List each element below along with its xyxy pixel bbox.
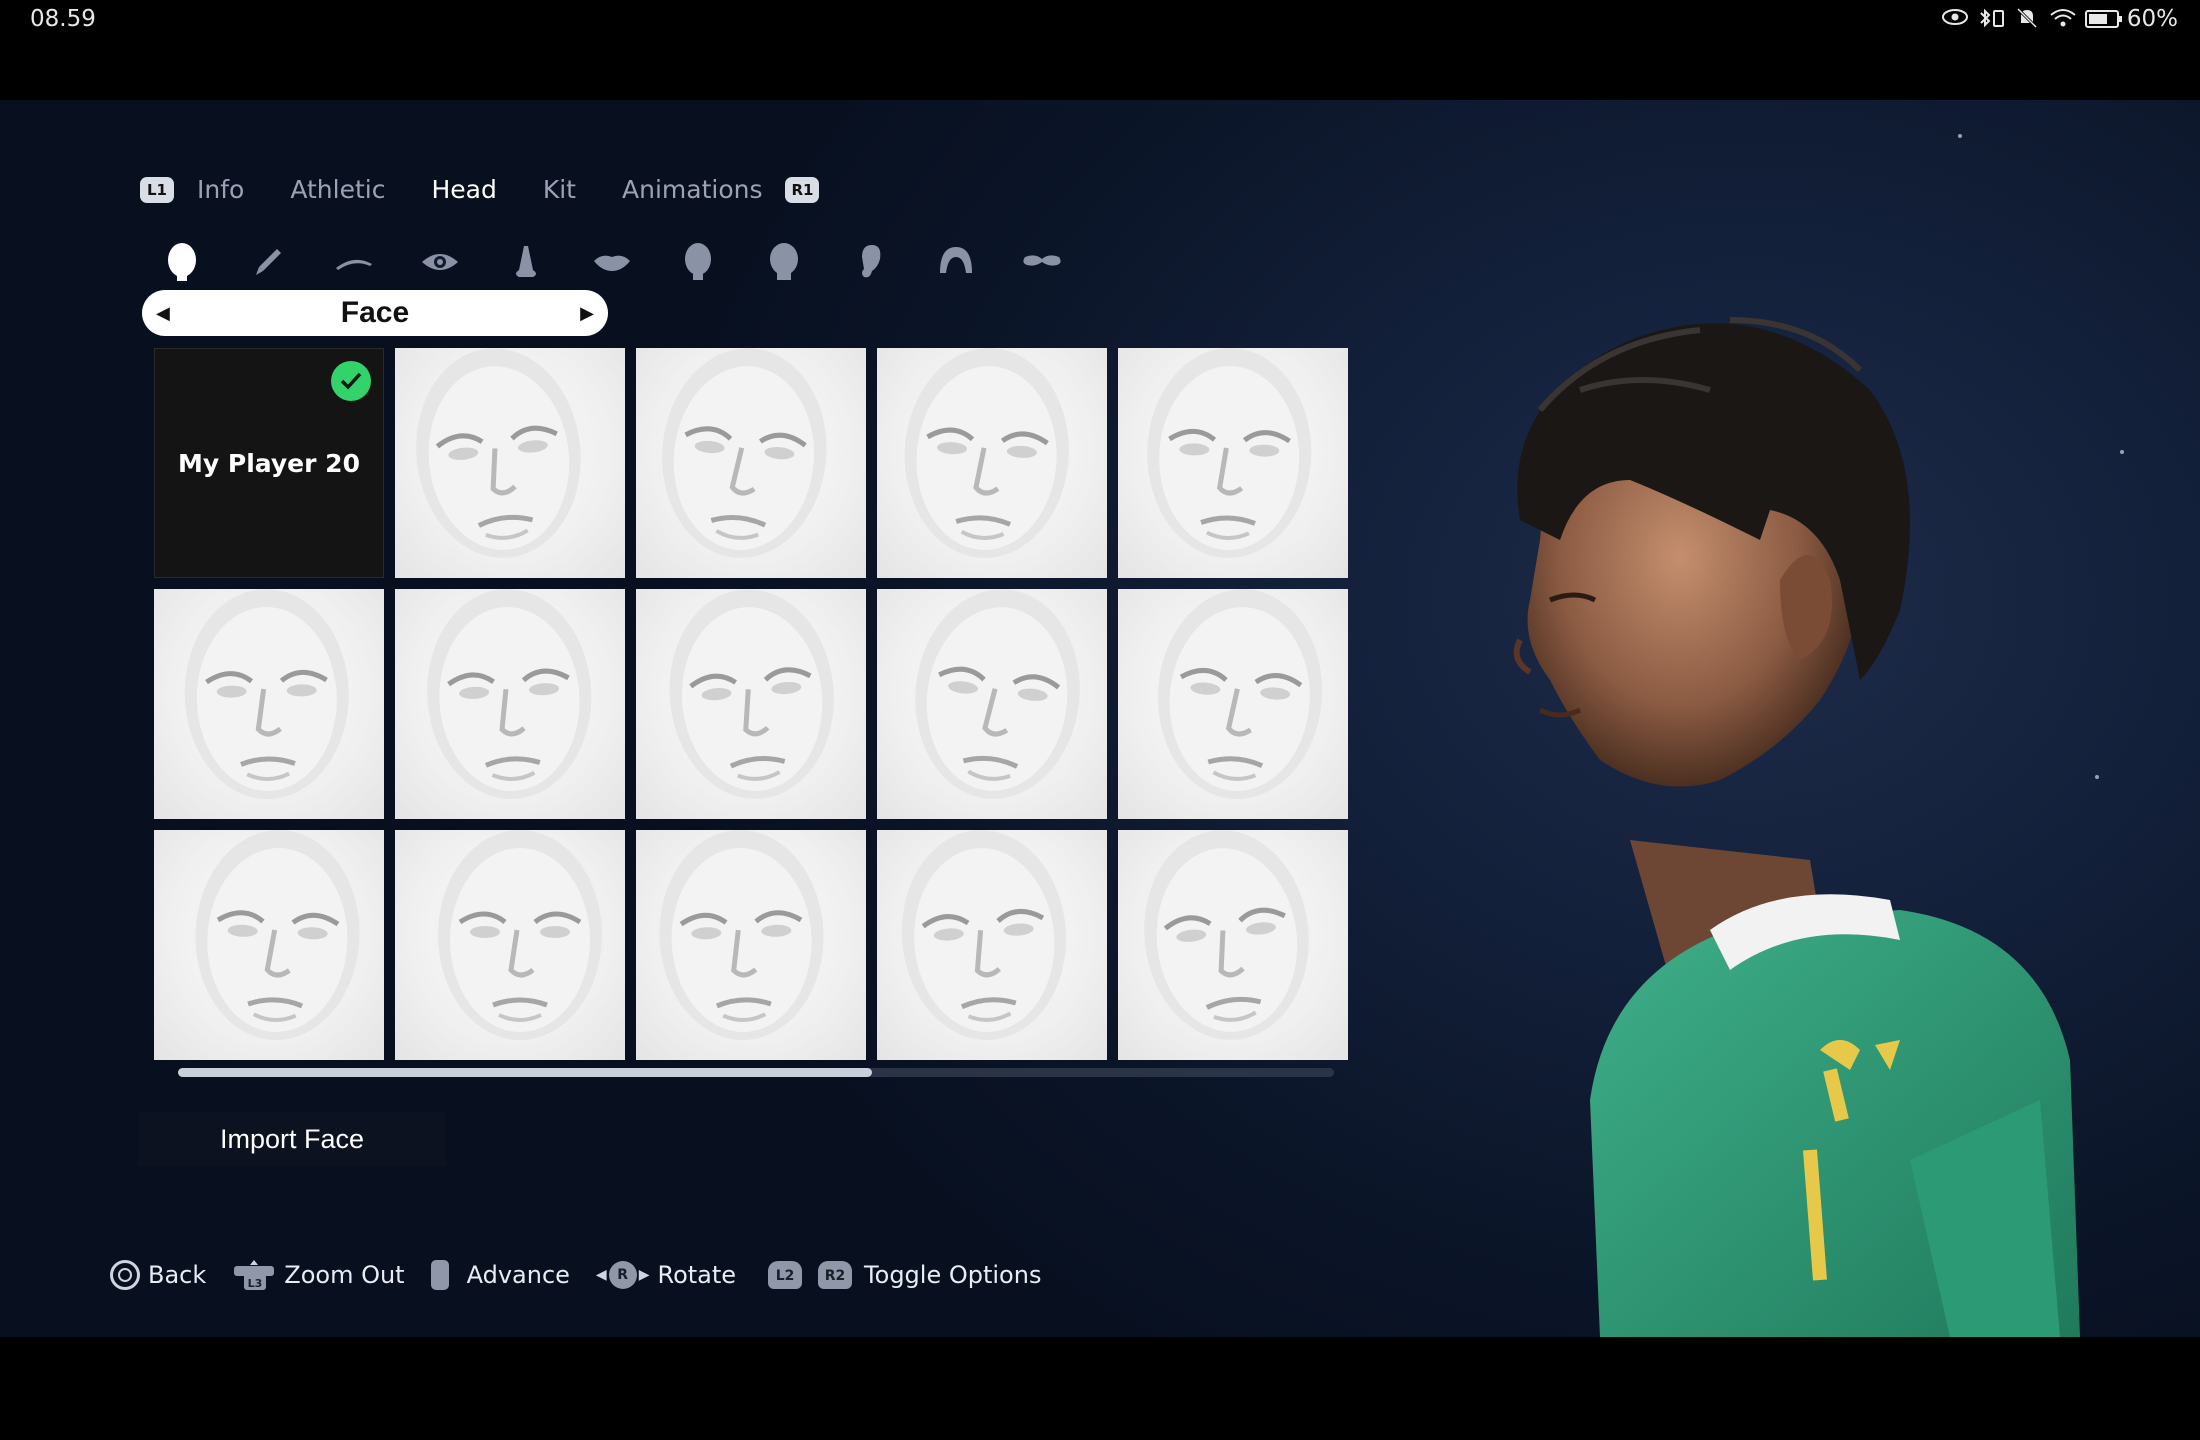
control-toggle-options[interactable]: L2 R2 Toggle Options — [762, 1261, 1041, 1289]
rotate-left-icon: ◀ — [595, 1267, 607, 1283]
advance-label: Advance — [466, 1261, 570, 1289]
tab-athletic[interactable]: Athletic — [290, 175, 385, 204]
head-category-icons — [160, 240, 1106, 284]
face-tile[interactable] — [877, 348, 1107, 578]
face-preview-icon — [184, 589, 349, 799]
face-tile[interactable] — [395, 348, 625, 578]
control-zoom-out[interactable]: L3 Zoom Out — [232, 1260, 405, 1290]
control-advance[interactable]: Advance — [430, 1260, 570, 1290]
eye-icon[interactable] — [418, 240, 462, 284]
tab-kit[interactable]: Kit — [543, 175, 576, 204]
face-tile[interactable] — [1118, 348, 1348, 578]
l1-button-badge[interactable]: L1 — [140, 176, 174, 203]
import-face-button[interactable]: Import Face — [138, 1112, 446, 1166]
selector-right-arrow-icon[interactable]: ▶ — [580, 303, 594, 324]
face-preview-icon — [659, 830, 824, 1040]
star — [1958, 134, 1962, 138]
controls-legend: Back L3 Zoom Out Advance ◀ R ▶ Rotate L2… — [110, 1260, 1067, 1290]
face-tile[interactable] — [636, 830, 866, 1060]
face-preview-icon — [1157, 589, 1323, 799]
scroll-thumb[interactable] — [178, 1068, 872, 1077]
face-preview-icon — [427, 589, 592, 799]
face-preview-icon — [915, 589, 1080, 799]
selected-check-icon — [331, 361, 371, 401]
r1-button-badge[interactable]: R1 — [785, 176, 820, 203]
status-bar: 08.59 60% — [0, 0, 2200, 100]
bottom-bar — [0, 1337, 2200, 1440]
hair-icon[interactable] — [934, 240, 978, 284]
battery-level — [2088, 14, 2107, 24]
face-tile[interactable] — [395, 830, 625, 1060]
toggle-options-label: Toggle Options — [864, 1261, 1042, 1289]
moustache-icon[interactable] — [1020, 240, 1064, 284]
face-tile[interactable] — [154, 589, 384, 819]
face-tile[interactable] — [636, 589, 866, 819]
l2-trigger-icon: L2 — [768, 1261, 803, 1289]
head-back-icon[interactable] — [762, 240, 806, 284]
lips-icon[interactable] — [590, 240, 634, 284]
grid-scrollbar[interactable] — [178, 1068, 1334, 1077]
face-preview-icon — [669, 589, 834, 799]
battery-percent: 60% — [2126, 6, 2178, 32]
back-label: Back — [148, 1261, 207, 1289]
face-tile[interactable] — [395, 589, 625, 819]
control-back[interactable]: Back — [110, 1260, 206, 1290]
head-front-icon[interactable] — [676, 240, 720, 284]
face-preview-icon — [1144, 830, 1309, 1040]
right-stick-icon: R — [608, 1261, 637, 1289]
bluetooth-battery-icon — [1977, 7, 2005, 31]
touchpad-icon — [430, 1260, 449, 1290]
status-time: 08.59 — [30, 6, 96, 32]
head-shape-icon[interactable] — [160, 240, 204, 284]
face-tile[interactable] — [154, 830, 384, 1060]
circle-button-icon — [110, 1260, 140, 1290]
face-tile[interactable] — [1118, 830, 1348, 1060]
selector-left-arrow-icon[interactable]: ◀ — [156, 303, 170, 324]
player-character-preview[interactable] — [1480, 280, 2160, 1337]
face-category-selector[interactable]: ◀ Face ▶ — [142, 290, 608, 336]
control-rotate[interactable]: ◀ R ▶ Rotate — [596, 1261, 736, 1289]
l3-stick-icon: L3 — [232, 1260, 276, 1290]
face-tile[interactable] — [877, 830, 1107, 1060]
status-icons: 60% — [1941, 6, 2178, 32]
face-preview-icon — [195, 830, 360, 1040]
zoom-badge: L3 — [248, 1277, 263, 1290]
face-tile[interactable] — [636, 348, 866, 578]
rotate-label: Rotate — [657, 1261, 737, 1289]
face-tile[interactable] — [877, 589, 1107, 819]
top-tabs: L1 Info Athletic Head Kit Animations R1 — [140, 175, 820, 204]
wifi-icon — [2049, 7, 2077, 31]
tab-animations[interactable]: Animations — [622, 175, 762, 204]
zoom-out-label: Zoom Out — [284, 1261, 405, 1289]
selector-label: Face — [340, 296, 410, 329]
face-preview-icon — [438, 830, 602, 1040]
face-preview-icon — [662, 348, 827, 558]
ear-icon[interactable] — [848, 240, 892, 284]
face-tile[interactable] — [1118, 589, 1348, 819]
eyebrow-icon[interactable] — [332, 240, 376, 284]
game-viewport: L1 Info Athletic Head Kit Animations R1 — [0, 100, 2200, 1337]
tab-head[interactable]: Head — [431, 175, 496, 204]
skin-brush-icon[interactable] — [246, 240, 290, 284]
face-preview-icon — [1147, 348, 1312, 558]
face-tile-my-player[interactable]: My Player 20 — [154, 348, 384, 578]
eye-icon — [1941, 7, 1969, 31]
face-preview-icon — [416, 348, 581, 558]
my-player-name: My Player 20 — [178, 449, 360, 478]
battery-icon — [2084, 10, 2122, 28]
tab-info[interactable]: Info — [197, 175, 244, 204]
rotate-right-icon: ▶ — [638, 1267, 650, 1283]
face-preview-icon — [904, 348, 1069, 558]
r2-trigger-icon: R2 — [818, 1261, 853, 1289]
mute-bell-icon — [2013, 7, 2041, 31]
face-preview-icon — [901, 830, 1067, 1040]
nose-icon[interactable] — [504, 240, 548, 284]
